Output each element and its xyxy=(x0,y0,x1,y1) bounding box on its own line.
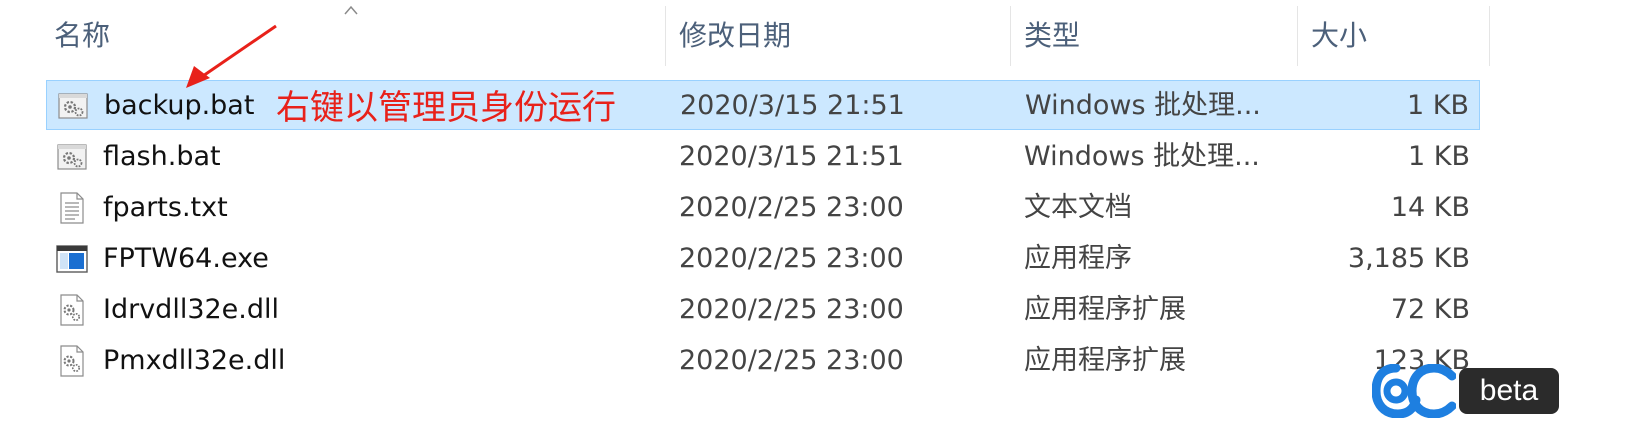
file-type: 应用程序 xyxy=(1024,243,1132,274)
red-arrow-icon xyxy=(186,24,277,88)
file-row-pmxdll32e-dll[interactable]: Pmxdll32e.dll 2020/2/25 23:00 应用程序扩展 123… xyxy=(46,336,1480,386)
file-size: 3,185 KB xyxy=(1347,243,1470,274)
file-size: 72 KB xyxy=(1390,294,1470,325)
watermark: beta xyxy=(1372,364,1562,418)
column-divider[interactable] xyxy=(1489,6,1490,66)
file-date-modified: 2020/2/25 23:00 xyxy=(679,345,904,376)
file-type: 应用程序扩展 xyxy=(1024,345,1186,376)
beta-badge: beta xyxy=(1459,368,1559,414)
file-name: flash.bat xyxy=(103,141,221,172)
file-date-modified: 2020/2/25 23:00 xyxy=(679,192,904,223)
file-row-flash-bat[interactable]: flash.bat 2020/3/15 21:51 Windows 批处理...… xyxy=(46,132,1480,182)
file-size: 14 KB xyxy=(1390,192,1470,223)
application-icon xyxy=(56,243,88,275)
file-row-idrvdll32e-dll[interactable]: Idrvdll32e.dll 2020/2/25 23:00 应用程序扩展 72… xyxy=(46,285,1480,335)
file-name: Pmxdll32e.dll xyxy=(103,345,286,376)
file-row-fparts-txt[interactable]: fparts.txt 2020/2/25 23:00 文本文档 14 KB xyxy=(46,183,1480,233)
column-header-date-modified[interactable]: 修改日期 xyxy=(665,0,1010,72)
batch-file-icon xyxy=(56,141,88,173)
file-date-modified: 2020/3/15 21:51 xyxy=(680,90,905,121)
column-header-size[interactable]: 大小 xyxy=(1297,0,1489,72)
file-size: 1 KB xyxy=(1407,90,1469,121)
file-type: 应用程序扩展 xyxy=(1024,294,1186,325)
file-date-modified: 2020/2/25 23:00 xyxy=(679,294,904,325)
batch-file-icon xyxy=(57,90,89,122)
file-type: 文本文档 xyxy=(1024,192,1132,223)
file-name: fparts.txt xyxy=(103,192,228,223)
dll-file-icon xyxy=(56,294,88,326)
file-type: Windows 批处理... xyxy=(1025,90,1261,121)
annotation-run-as-admin: 右键以管理员身份运行 xyxy=(276,88,616,128)
column-header-type[interactable]: 类型 xyxy=(1010,0,1297,72)
file-size: 1 KB xyxy=(1408,141,1470,172)
file-date-modified: 2020/3/15 21:51 xyxy=(679,141,904,172)
pc-logo-icon xyxy=(1372,364,1456,418)
file-name: FPTW64.exe xyxy=(103,243,269,274)
text-file-icon xyxy=(56,192,88,224)
file-name: Idrvdll32e.dll xyxy=(103,294,280,325)
file-date-modified: 2020/2/25 23:00 xyxy=(679,243,904,274)
file-row-fptw64-exe[interactable]: FPTW64.exe 2020/2/25 23:00 应用程序 3,185 KB xyxy=(46,234,1480,284)
dll-file-icon xyxy=(56,345,88,377)
file-type: Windows 批处理... xyxy=(1024,141,1260,172)
column-header-name[interactable]: 名称 xyxy=(40,0,665,72)
